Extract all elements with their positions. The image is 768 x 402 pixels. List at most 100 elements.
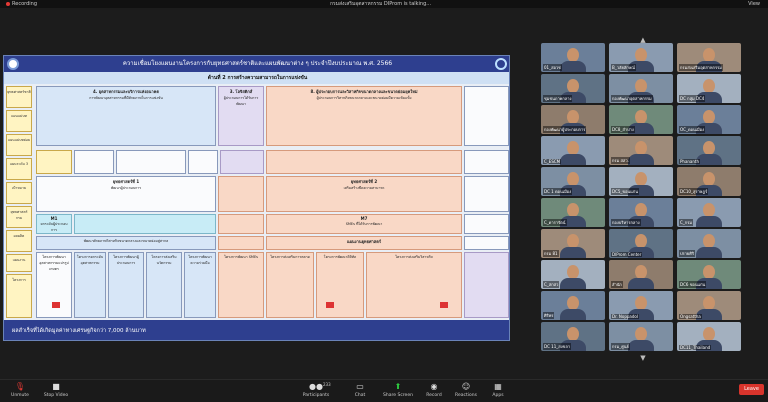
- plan-box: แผนงานยุทธศาสตร์: [266, 236, 462, 250]
- strategy-box: 4. อุตสาหกรรมและบริการแห่งอนาคต การพัฒนา…: [36, 86, 216, 146]
- participant-video-tile[interactable]: ศิริพร: [541, 291, 605, 320]
- box-heading: 8. ผู้ประกอบการและวิสาหกิจขนาดกลางและขนา…: [310, 89, 418, 94]
- box-text: ผู้ประกอบการวิสาหกิจขนาดกลางและขนาดย่อมม…: [316, 96, 412, 100]
- apps-grid-icon: ▦: [494, 382, 502, 391]
- participant-video-tile[interactable]: C_สกสว: [541, 260, 605, 289]
- participant-avatar: [567, 296, 579, 310]
- participant-video-tile[interactable]: DC6 ขอนแก่น: [677, 260, 741, 289]
- participant-video-tile[interactable]: กองพัฒนาอุตสาหกรรม: [609, 74, 673, 103]
- output-box: [74, 214, 216, 234]
- participant-name: ปรายศิริ: [679, 250, 695, 257]
- view-button[interactable]: View: [748, 0, 760, 8]
- participant-video-tile[interactable]: B_วลัยลักษณ์: [609, 43, 673, 72]
- participant-name: 01_สอวช: [543, 64, 562, 71]
- project-box: โครงการพัฒนาอุตสาหกรรมแปรรูปเกษตร: [36, 252, 72, 318]
- participant-video-tile[interactable]: DC 1 ดอนเมือง: [541, 167, 605, 196]
- apps-label: Apps: [492, 393, 504, 398]
- participant-name: DC8_ลำปาง: [611, 126, 635, 133]
- box-text: พัฒนาศักยภาพวิสาหกิจขนาดกลางและขนาดย่อมส…: [83, 239, 169, 243]
- unmute-button[interactable]: 🎙 Unmute: [0, 382, 40, 398]
- box-heading: 3. โลจิสติกส์: [229, 89, 253, 94]
- participant-video-tile[interactable]: C_ESCM: [541, 136, 605, 165]
- microphone-muted-icon: 🎙: [14, 382, 26, 391]
- goal-box: [464, 150, 509, 174]
- participant-avatar: [703, 172, 715, 186]
- participant-video-tile[interactable]: กรม_ศูนย์: [609, 322, 673, 351]
- participant-video-tile[interactable]: ชุมชนภาคกลาง: [541, 74, 605, 103]
- participant-video-tile[interactable]: 01_สอวช: [541, 43, 605, 72]
- participant-video-tile[interactable]: DC8_ลำปาง: [609, 105, 673, 134]
- box-text: พัฒนาผู้ประกอบการ: [110, 186, 142, 190]
- participant-avatar: [567, 265, 579, 279]
- gallery-down-arrow-icon[interactable]: ▼: [637, 354, 649, 362]
- meeting-toolbar: 🎙 Unmute ■ Stop Video ●● 233 Participant…: [0, 379, 768, 402]
- participant-video-tile[interactable]: สำนัก: [609, 260, 673, 289]
- participant-name: สำนัก: [611, 281, 623, 288]
- participant-video-tile[interactable]: Ongsattha: [677, 291, 741, 320]
- participant-name: DC6 ขอนแก่น: [679, 281, 707, 288]
- box-text: การพัฒนาอุตสาหกรรมที่มีศักยภาพในการแข่งข…: [89, 96, 163, 100]
- participant-body: [560, 309, 586, 320]
- slide-footer: ผลสำเร็จที่ได้เกิดมูลค่าทางเศรษฐกิจกว่า …: [4, 320, 509, 340]
- participant-video-tile[interactable]: Phananth: [677, 136, 741, 165]
- apps-button[interactable]: ▦ Apps: [478, 382, 518, 398]
- left-label: แผนแม่บท: [6, 110, 32, 132]
- goal-box: [36, 150, 72, 174]
- slide-subtitle: ด้านที่ 2 การสร้างความสามารถในการแข่งขัน: [4, 72, 509, 84]
- participant-body: [696, 247, 722, 258]
- stop-video-button[interactable]: ■ Stop Video: [36, 382, 76, 398]
- chat-button[interactable]: ▭ Chat: [340, 382, 380, 398]
- shared-screen-slide: ความเชื่อมโยงแผนงานโครงการกับยุทธศาสตร์ช…: [3, 55, 510, 341]
- participant-video-tile[interactable]: C_ดารารัตน์: [541, 198, 605, 227]
- participant-count: 233: [323, 382, 331, 387]
- participant-video-tile[interactable]: กรม สสว.: [609, 136, 673, 165]
- participant-name: DC11_Thailand: [679, 345, 712, 350]
- participant-video-tile[interactable]: DC กลุ่ม DC4: [677, 74, 741, 103]
- plan-box: [464, 236, 509, 250]
- participant-body: [628, 278, 654, 289]
- left-label-column: ยุทธศาสตร์ชาติ แผนแม่บท แผนแม่บทย่อย แผน…: [4, 84, 34, 320]
- participant-avatar: [703, 110, 715, 124]
- dip-logo-icon: [7, 58, 19, 70]
- participant-body: [560, 154, 586, 165]
- participant-avatar: [567, 110, 579, 124]
- participant-video-tile[interactable]: Dr. Noppadol: [609, 291, 673, 320]
- participant-video-tile[interactable]: กรม 81: [541, 229, 605, 258]
- project-box: โครงการพัฒนา SMEs: [218, 252, 264, 318]
- participant-video-tile[interactable]: DC11_Thailand: [677, 322, 741, 351]
- unmute-label: Unmute: [11, 393, 29, 398]
- left-label: แผนระดับ 3: [6, 158, 32, 180]
- participant-avatar: [635, 110, 647, 124]
- participant-video-tile[interactable]: ปรายศิริ: [677, 229, 741, 258]
- left-label: เป้าหมาย: [6, 182, 32, 204]
- participant-video-tile[interactable]: กรมส่งเสริมอุตสาหกรรม: [677, 43, 741, 72]
- participant-video-tile[interactable]: กองพัฒนาผู้ประกอบการ: [541, 105, 605, 134]
- participant-name: Ongsattha: [679, 314, 702, 319]
- slide-title: ความเชื่อมโยงแผนงานโครงการกับยุทธศาสตร์ช…: [122, 60, 393, 67]
- participant-video-tile[interactable]: OC_ดอนเมือง: [677, 105, 741, 134]
- participant-video-tile[interactable]: DC 11_สงขลา: [541, 322, 605, 351]
- participant-video-tile[interactable]: C_กรม: [677, 198, 741, 227]
- project-box: โครงการพัฒนาผู้ประกอบการ: [108, 252, 144, 318]
- participant-name: B_วลัยลักษณ์: [611, 64, 637, 71]
- participant-video-tile[interactable]: DC10_สุราษฎร์: [677, 167, 741, 196]
- participant-avatar: [703, 234, 715, 248]
- project-box: โครงการส่งเสริมการตลาด: [266, 252, 314, 318]
- participant-avatar: [703, 327, 715, 341]
- leave-button[interactable]: Leave: [739, 384, 764, 395]
- participant-name: C_สกสว: [543, 281, 560, 288]
- participant-name: C_ดารารัตน์: [543, 219, 567, 226]
- participant-avatar: [635, 265, 647, 279]
- participant-name: กรม สสว.: [611, 157, 630, 164]
- participant-name: DC กลุ่ม DC4: [679, 95, 706, 102]
- participant-avatar: [635, 327, 647, 341]
- participants-button[interactable]: ●● 233 Participants: [296, 382, 336, 398]
- box-heading: แผนงานยุทธศาสตร์: [347, 239, 381, 244]
- participant-video-tile[interactable]: DIProm Center: [609, 229, 673, 258]
- share-screen-button[interactable]: ⬆ Share Screen: [378, 382, 418, 398]
- participant-video-tile[interactable]: กองบริหารกลาง: [609, 198, 673, 227]
- participant-avatar: [635, 141, 647, 155]
- participant-video-tile[interactable]: DC5_ขอนแก่น: [609, 167, 673, 196]
- participant-name: OC_ดอนเมือง: [679, 126, 706, 133]
- participant-avatar: [567, 141, 579, 155]
